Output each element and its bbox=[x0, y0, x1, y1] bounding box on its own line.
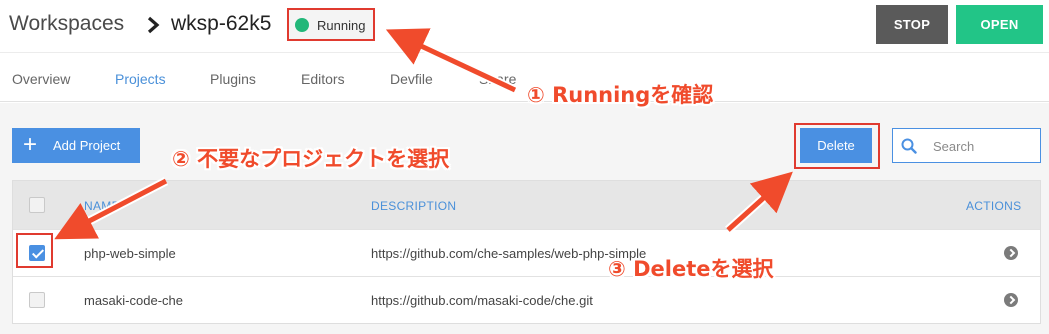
project-description: https://github.com/masaki-code/che.git bbox=[371, 293, 593, 308]
row-checkbox[interactable] bbox=[29, 292, 45, 308]
column-header-description[interactable]: DESCRIPTION bbox=[371, 199, 456, 213]
status-label: Running bbox=[317, 18, 366, 33]
project-name: masaki-code-che bbox=[84, 293, 183, 308]
tab-share[interactable]: Share bbox=[479, 71, 516, 87]
status-badge: Running bbox=[287, 8, 375, 41]
select-all-checkbox[interactable] bbox=[29, 197, 45, 213]
annotation-step-1: ① Runningを確認 bbox=[527, 83, 714, 107]
annotation-step-3: ③ Deleteを選択 bbox=[608, 257, 774, 281]
checkbox-highlight-box bbox=[16, 233, 53, 268]
workspace-tabs: Overview Projects Plugins Editors Devfil… bbox=[0, 52, 1049, 102]
search-icon bbox=[901, 138, 917, 154]
open-button[interactable]: OPEN bbox=[956, 5, 1043, 44]
breadcrumb-workspaces-link[interactable]: Workspaces bbox=[9, 12, 124, 36]
table-row[interactable]: masaki-code-che https://github.com/masak… bbox=[13, 276, 1040, 323]
delete-button[interactable]: Delete bbox=[800, 128, 872, 163]
tab-editors[interactable]: Editors bbox=[301, 71, 345, 87]
chevron-right-circle-icon[interactable] bbox=[1004, 246, 1018, 260]
column-header-name[interactable]: NAME bbox=[84, 199, 120, 213]
add-project-label: Add Project bbox=[53, 138, 121, 153]
status-dot-icon bbox=[295, 18, 309, 32]
tab-overview[interactable]: Overview bbox=[12, 71, 70, 87]
project-description: https://github.com/che-samples/web-php-s… bbox=[371, 246, 647, 261]
projects-table: NAME DESCRIPTION ACTIONS php-web-simple … bbox=[12, 180, 1041, 324]
project-name: php-web-simple bbox=[84, 246, 176, 261]
table-row[interactable]: php-web-simple https://github.com/che-sa… bbox=[13, 229, 1040, 276]
chevron-right-circle-icon[interactable] bbox=[1004, 293, 1018, 307]
tab-plugins[interactable]: Plugins bbox=[210, 71, 256, 87]
tab-projects[interactable]: Projects bbox=[115, 71, 166, 87]
stop-button[interactable]: STOP bbox=[876, 5, 948, 44]
annotation-step-2: ② 不要なプロジェクトを選択 bbox=[172, 147, 450, 171]
workspace-header: Workspaces wksp-62k5 Running STOP OPEN bbox=[0, 0, 1049, 52]
search-box[interactable] bbox=[892, 128, 1041, 163]
chevron-right-icon bbox=[147, 16, 160, 34]
plus-icon: + bbox=[23, 131, 38, 158]
table-header: NAME DESCRIPTION ACTIONS bbox=[13, 181, 1040, 229]
add-project-button[interactable]: + Add Project bbox=[12, 128, 140, 163]
tab-devfile[interactable]: Devfile bbox=[390, 71, 433, 87]
column-header-actions: ACTIONS bbox=[966, 199, 1022, 213]
workspace-name: wksp-62k5 bbox=[171, 12, 272, 35]
search-input[interactable] bbox=[933, 137, 1033, 155]
